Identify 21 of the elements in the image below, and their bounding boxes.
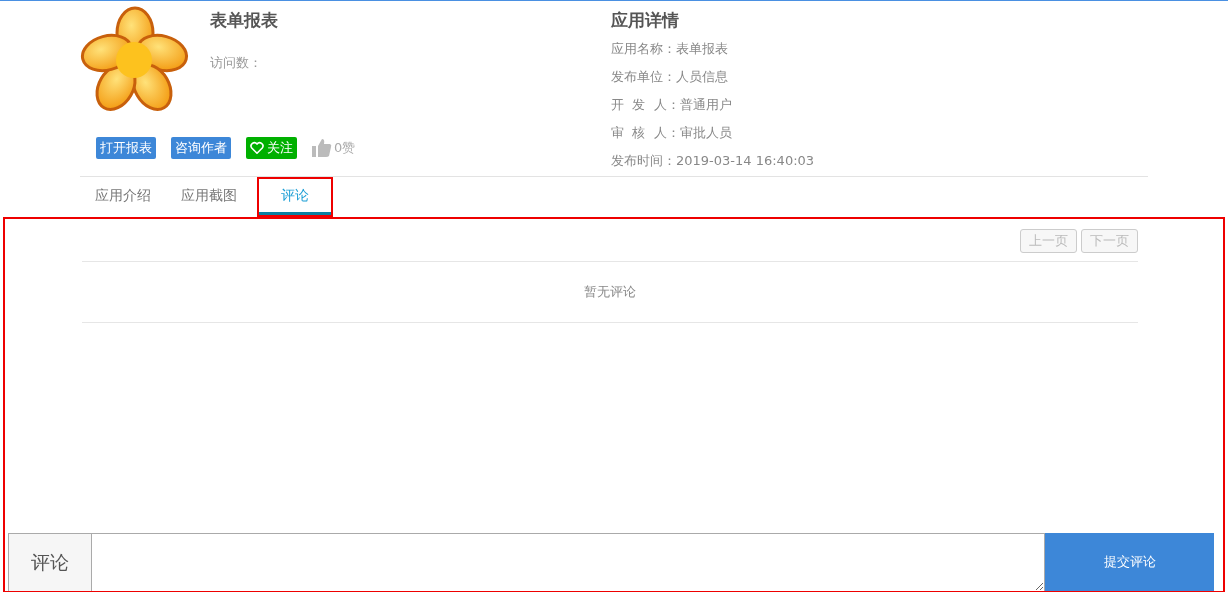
details-title: 应用详情 [611, 9, 680, 32]
comment-label: 评论 [8, 533, 92, 591]
tab[interactable]: 应用截图 [166, 177, 252, 215]
comment-input-field[interactable] [92, 533, 1045, 591]
follow-button[interactable]: 关注 [246, 137, 297, 159]
detail-row-text: 应用名称：表单报表 [611, 40, 729, 58]
action-button[interactable]: 打开报表 [96, 137, 156, 159]
detail-row-text: 审 核 人：审批人员 [611, 124, 733, 142]
tab[interactable]: 应用介绍 [80, 177, 166, 215]
app-title: 表单报表 [210, 9, 278, 32]
like-button[interactable]: 0赞 [312, 139, 356, 157]
empty-message: 暂无评论 [82, 262, 1138, 323]
detail-row-text: 开 发 人：普通用户 [611, 96, 733, 114]
detail-row-text: 发布时间：2019-03-14 16:40:03 [611, 152, 815, 170]
tab[interactable]: 评论 [257, 177, 333, 217]
heart-icon [250, 141, 264, 155]
visit-count-label: 访问数： [210, 54, 263, 72]
thumbs-up-icon [312, 139, 332, 157]
detail-row-text: 发布单位：人员信息 [611, 68, 729, 86]
submit-button[interactable]: 提交评论 [1045, 533, 1214, 591]
action-button[interactable]: 咨询作者 [171, 137, 231, 159]
